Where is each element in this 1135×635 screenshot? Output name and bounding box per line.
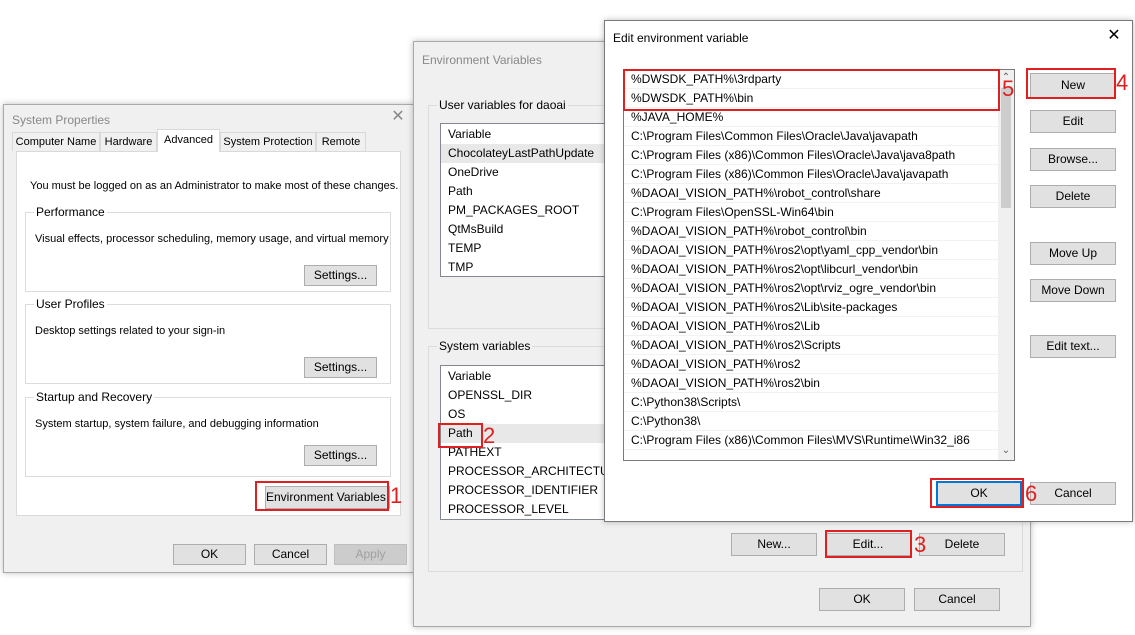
list-item[interactable]: %DAOAI_VISION_PATH%\ros2\opt\yaml_cpp_ve… bbox=[624, 241, 998, 260]
vertical-scrollbar[interactable]: ⌃ ⌄ bbox=[998, 70, 1014, 460]
list-item[interactable]: %DAOAI_VISION_PATH%\ros2\Lib bbox=[624, 317, 998, 336]
list-item[interactable]: %DAOAI_VISION_PATH%\ros2\Scripts bbox=[624, 336, 998, 355]
tab-system-protection[interactable]: System Protection bbox=[220, 132, 316, 151]
path-entries: %DWSDK_PATH%\3rdparty %DWSDK_PATH%\bin %… bbox=[624, 70, 998, 450]
list-item[interactable]: %DAOAI_VISION_PATH%\robot_control\share bbox=[624, 184, 998, 203]
system-properties-window: System Properties ✕ Computer Name Hardwa… bbox=[3, 104, 415, 573]
edit-button[interactable]: Edit bbox=[1030, 110, 1116, 133]
environment-variables-button[interactable]: Environment Variables... bbox=[265, 486, 390, 509]
edit-environment-variable-window: Edit environment variable ✕ %DWSDK_PATH%… bbox=[604, 20, 1133, 522]
cancel-button[interactable]: Cancel bbox=[914, 588, 1000, 611]
tab-panel: You must be logged on as an Administrato… bbox=[16, 151, 401, 516]
annotation-number: 4 bbox=[1116, 70, 1129, 95]
group-title: Startup and Recovery bbox=[34, 390, 155, 404]
close-icon[interactable]: ✕ bbox=[390, 109, 406, 125]
annotation-number: 3 bbox=[914, 532, 927, 557]
annotation-number: 1 bbox=[390, 483, 403, 508]
path-entries-list[interactable]: %DWSDK_PATH%\3rdparty %DWSDK_PATH%\bin %… bbox=[623, 69, 1015, 461]
ok-button[interactable]: OK bbox=[936, 481, 1022, 506]
group-title: System variables bbox=[437, 339, 533, 353]
startup-recovery-group: Startup and Recovery System startup, sys… bbox=[25, 390, 391, 477]
list-item[interactable]: %JAVA_HOME% bbox=[624, 108, 998, 127]
annotation-number: 5 bbox=[1002, 76, 1015, 101]
ok-button[interactable]: OK bbox=[173, 544, 246, 565]
close-icon[interactable]: ✕ bbox=[1106, 28, 1122, 44]
group-desc: Visual effects, processor scheduling, me… bbox=[35, 233, 389, 245]
delete-button[interactable]: Delete bbox=[1030, 185, 1116, 208]
list-item[interactable]: C:\Program Files (x86)\Common Files\MVS\… bbox=[624, 431, 998, 450]
group-title: User Profiles bbox=[34, 297, 107, 311]
new-button[interactable]: New bbox=[1030, 73, 1116, 98]
tab-hardware[interactable]: Hardware bbox=[100, 132, 157, 151]
chevron-down-icon[interactable]: ⌄ bbox=[998, 445, 1014, 456]
group-desc: System startup, system failure, and debu… bbox=[35, 418, 319, 430]
list-item[interactable]: C:\Python38\Scripts\ bbox=[624, 393, 998, 412]
system-edit-button[interactable]: Edit... bbox=[825, 533, 911, 556]
cancel-button[interactable]: Cancel bbox=[1030, 482, 1116, 505]
browse-button[interactable]: Browse... bbox=[1030, 148, 1116, 171]
list-item[interactable]: C:\Program Files (x86)\Common Files\Orac… bbox=[624, 165, 998, 184]
list-item[interactable]: %DAOAI_VISION_PATH%\ros2\bin bbox=[624, 374, 998, 393]
list-item[interactable]: %DAOAI_VISION_PATH%\robot_control\bin bbox=[624, 222, 998, 241]
list-item[interactable]: C:\Program Files (x86)\Common Files\Orac… bbox=[624, 146, 998, 165]
group-title: User variables for daoai bbox=[437, 98, 568, 112]
list-item[interactable]: C:\Program Files\Common Files\Oracle\Jav… bbox=[624, 127, 998, 146]
move-up-button[interactable]: Move Up bbox=[1030, 242, 1116, 265]
user-profiles-group: User Profiles Desktop settings related t… bbox=[25, 297, 391, 384]
list-item[interactable]: C:\Python38\ bbox=[624, 412, 998, 431]
window-title: Edit environment variable bbox=[613, 31, 749, 45]
performance-group: Performance Visual effects, processor sc… bbox=[25, 205, 391, 292]
tab-advanced[interactable]: Advanced bbox=[157, 129, 220, 152]
list-item[interactable]: C:\Program Files\OpenSSL-Win64\bin bbox=[624, 203, 998, 222]
annotation-number: 6 bbox=[1025, 481, 1038, 506]
tab-remote[interactable]: Remote bbox=[316, 132, 366, 151]
startup-settings-button[interactable]: Settings... bbox=[304, 445, 377, 466]
tab-computer-name[interactable]: Computer Name bbox=[12, 132, 100, 151]
performance-settings-button[interactable]: Settings... bbox=[304, 265, 377, 286]
scrollbar-thumb[interactable] bbox=[1001, 88, 1011, 208]
ok-button[interactable]: OK bbox=[819, 588, 905, 611]
user-profiles-settings-button[interactable]: Settings... bbox=[304, 357, 377, 378]
list-item[interactable]: %DWSDK_PATH%\bin bbox=[624, 89, 998, 108]
apply-button: Apply bbox=[334, 544, 407, 565]
window-title: System Properties bbox=[12, 113, 111, 127]
cancel-button[interactable]: Cancel bbox=[254, 544, 327, 565]
group-title: Performance bbox=[34, 205, 107, 219]
list-item[interactable]: %DAOAI_VISION_PATH%\ros2\opt\rviz_ogre_v… bbox=[624, 279, 998, 298]
group-desc: Desktop settings related to your sign-in bbox=[35, 325, 226, 337]
window-title: Environment Variables bbox=[422, 53, 542, 67]
annotation-number: 2 bbox=[483, 423, 496, 448]
list-item[interactable]: %DAOAI_VISION_PATH%\ros2 bbox=[624, 355, 998, 374]
move-down-button[interactable]: Move Down bbox=[1030, 279, 1116, 302]
edit-text-button[interactable]: Edit text... bbox=[1030, 335, 1116, 358]
system-delete-button[interactable]: Delete bbox=[919, 533, 1005, 556]
admin-note: You must be logged on as an Administrato… bbox=[30, 180, 399, 192]
list-item[interactable]: %DWSDK_PATH%\3rdparty bbox=[624, 70, 998, 89]
system-new-button[interactable]: New... bbox=[731, 533, 817, 556]
list-item[interactable]: %DAOAI_VISION_PATH%\ros2\opt\libcurl_ven… bbox=[624, 260, 998, 279]
list-item[interactable]: %DAOAI_VISION_PATH%\ros2\Lib\site-packag… bbox=[624, 298, 998, 317]
